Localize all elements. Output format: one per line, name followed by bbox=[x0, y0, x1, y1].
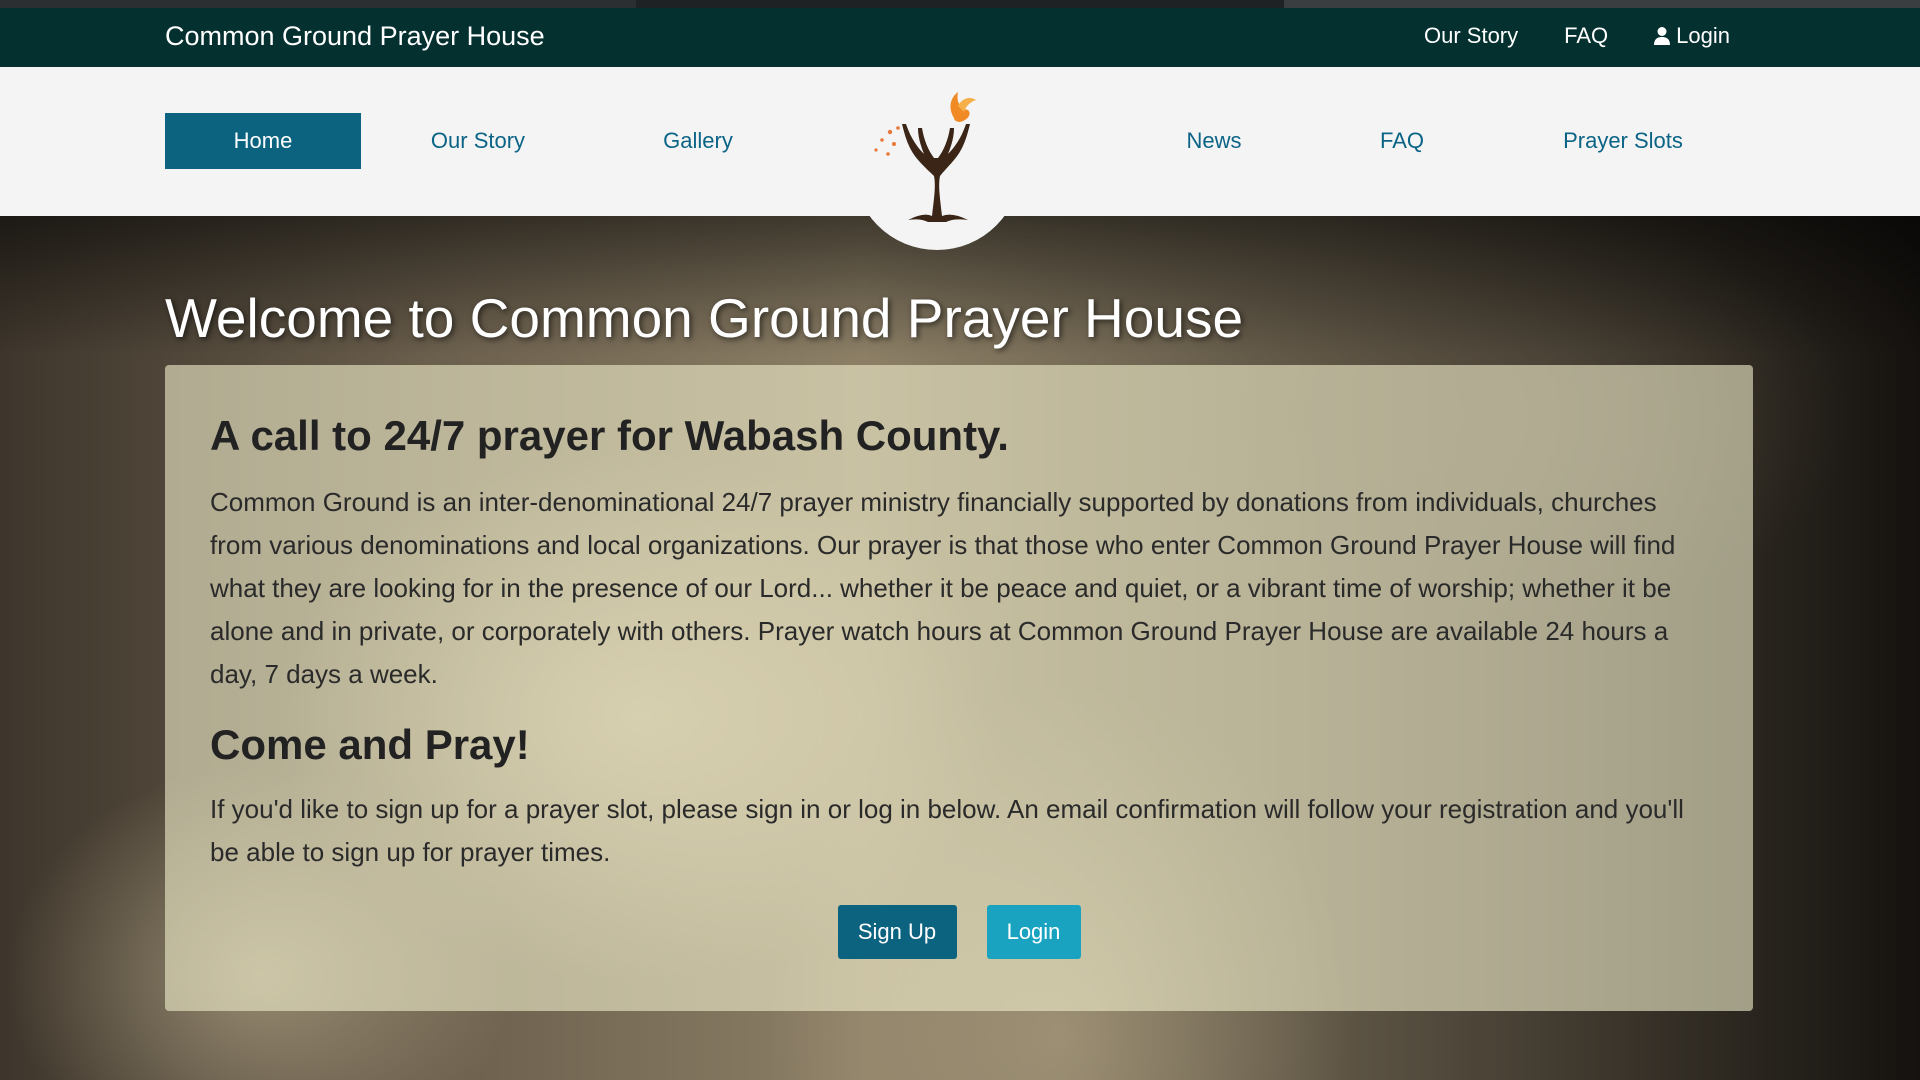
card-intro-text: Common Ground is an inter-denominational… bbox=[210, 487, 1676, 690]
card-heading: A call to 24/7 prayer for Wabash County. bbox=[210, 412, 1009, 459]
nav-gallery[interactable]: Gallery bbox=[620, 113, 776, 169]
browser-tab-strip bbox=[0, 0, 1920, 8]
intro-card: A call to 24/7 prayer for Wabash County.… bbox=[165, 365, 1753, 1011]
top-nav: Our Story FAQ Login bbox=[1424, 23, 1730, 49]
top-nav-login-label: Login bbox=[1676, 23, 1730, 48]
nav-news[interactable]: News bbox=[1140, 113, 1288, 169]
card-signup-text: If you'd like to sign up for a prayer sl… bbox=[210, 794, 1684, 868]
nav-prayer-slots[interactable]: Prayer Slots bbox=[1530, 113, 1716, 169]
browser-tab[interactable] bbox=[636, 0, 1284, 8]
top-nav-our-story[interactable]: Our Story bbox=[1424, 23, 1518, 49]
user-icon bbox=[1654, 26, 1671, 46]
hero-section: Welcome to Common Ground Prayer House A … bbox=[0, 216, 1920, 1080]
top-nav-login[interactable]: Login bbox=[1654, 23, 1730, 49]
nav-faq[interactable]: FAQ bbox=[1330, 113, 1474, 169]
nav-home[interactable]: Home bbox=[165, 113, 361, 169]
card-button-row: Sign Up Login bbox=[165, 905, 1753, 959]
page-title: Welcome to Common Ground Prayer House bbox=[165, 287, 1244, 349]
card-subheading: Come and Pray! bbox=[210, 721, 530, 769]
sign-up-button[interactable]: Sign Up bbox=[837, 905, 957, 959]
nav-our-story[interactable]: Our Story bbox=[400, 113, 556, 169]
tree-hands-dove-logo-icon bbox=[874, 92, 976, 222]
site-title[interactable]: Common Ground Prayer House bbox=[165, 21, 545, 52]
top-bar: Common Ground Prayer House Our Story FAQ… bbox=[0, 8, 1920, 67]
login-button[interactable]: Login bbox=[986, 905, 1081, 959]
top-nav-faq[interactable]: FAQ bbox=[1564, 23, 1608, 49]
browser-tab[interactable] bbox=[1284, 0, 1920, 8]
